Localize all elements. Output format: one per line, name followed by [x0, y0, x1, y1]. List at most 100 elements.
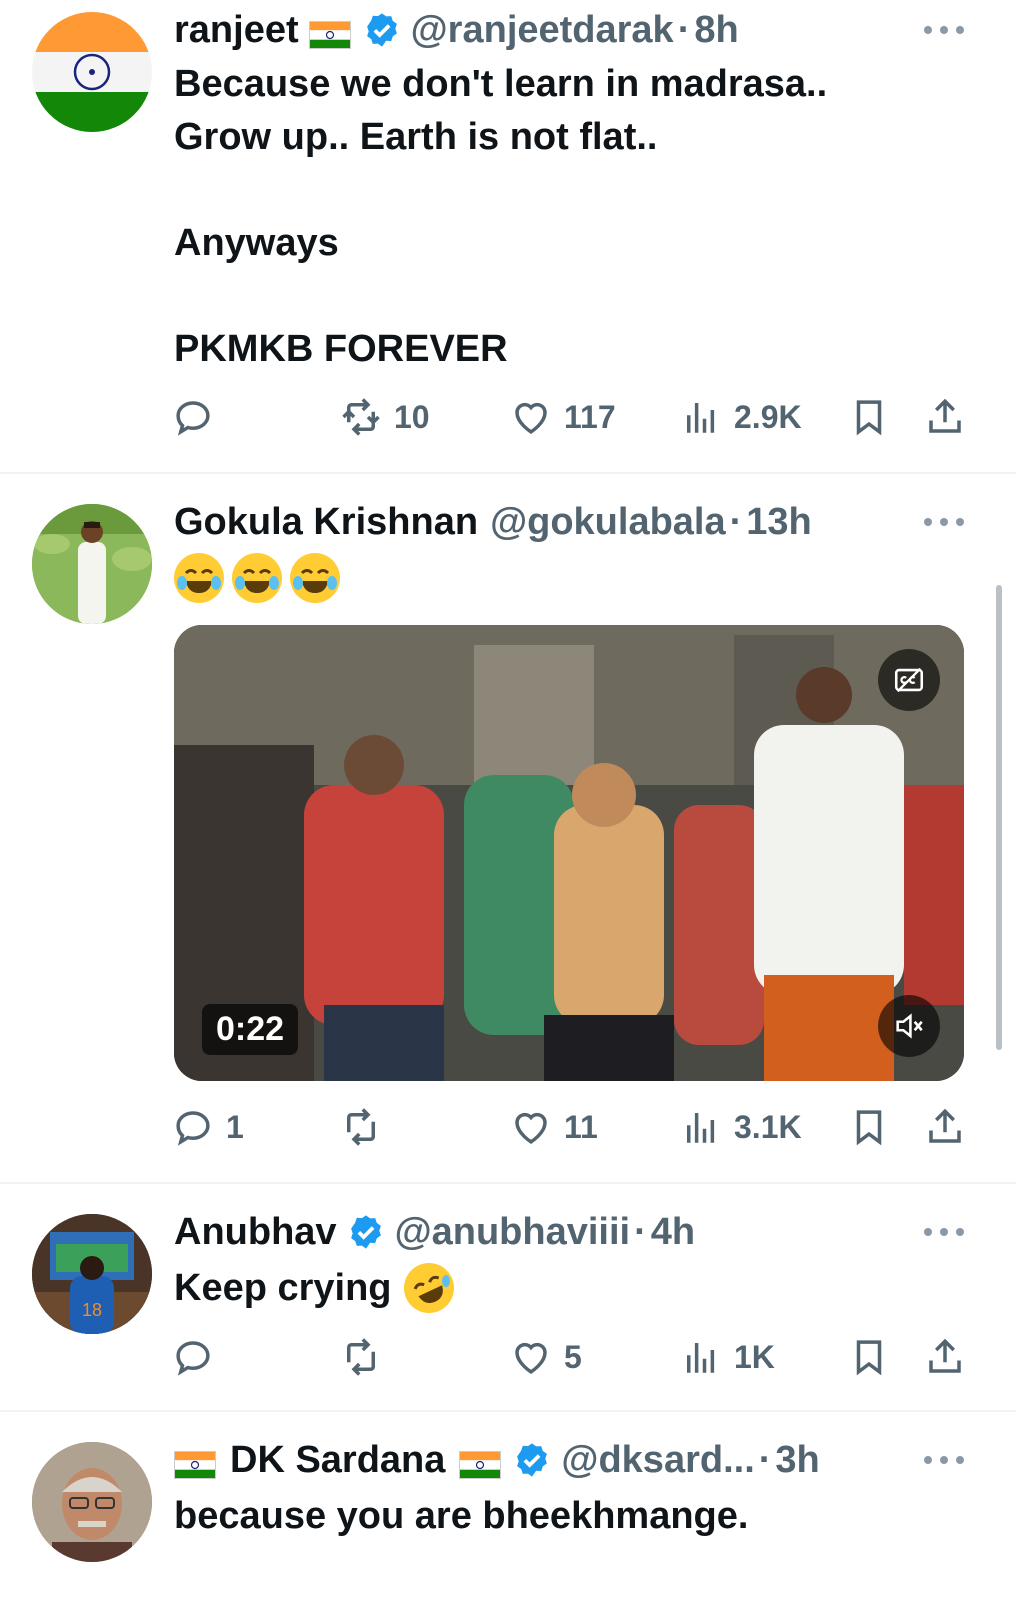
india-flag-icon — [174, 1446, 216, 1479]
retweet-button[interactable] — [340, 1332, 394, 1382]
like-count: 5 — [564, 1338, 582, 1375]
mute-button[interactable] — [878, 995, 940, 1057]
timestamp[interactable]: 13h — [746, 501, 811, 544]
views-icon — [687, 1343, 715, 1373]
retweet-icon — [347, 1108, 375, 1146]
tweet-text: because you are bheekhmange. — [174, 1495, 749, 1537]
tweet-text-row: Keep crying — [174, 1260, 462, 1316]
tweet-actions: 10 117 2.9K — [172, 392, 972, 442]
separator-dot: · — [677, 8, 691, 51]
laughing-emoji-icon — [232, 553, 282, 603]
retweet-count: 10 — [394, 398, 430, 435]
rolling-laughing-emoji-icon — [403, 1263, 454, 1313]
share-button[interactable] — [924, 1332, 966, 1382]
tweet-header: Anubhav @anubhaviiii · 4h — [174, 1208, 695, 1256]
like-button[interactable]: 5 — [510, 1332, 582, 1382]
india-flag-icon — [308, 16, 351, 49]
like-icon — [515, 1342, 547, 1374]
share-icon — [929, 1108, 961, 1143]
captions-button[interactable] — [878, 649, 940, 711]
bookmark-icon — [856, 400, 882, 436]
timestamp[interactable]: 4h — [651, 1211, 695, 1254]
retweet-button[interactable] — [340, 1102, 394, 1152]
author-name[interactable]: ranjeet — [174, 9, 299, 52]
author-name[interactable]: Gokula Krishnan — [174, 501, 478, 544]
tweet-emoji-row — [174, 552, 348, 604]
retweet-icon — [342, 398, 380, 436]
tweet[interactable]: DK Sardana @dksard... · 3h because you a… — [0, 1412, 1016, 1600]
share-button[interactable] — [924, 392, 966, 442]
timestamp[interactable]: 8h — [694, 9, 738, 52]
views-button[interactable]: 1K — [680, 1332, 775, 1382]
like-count: 117 — [564, 398, 616, 435]
more-icon[interactable] — [924, 1452, 964, 1468]
bookmark-button[interactable] — [848, 1102, 890, 1152]
retweet-icon — [347, 1338, 375, 1376]
bookmark-icon — [856, 1340, 882, 1376]
reply-icon — [176, 401, 210, 436]
verified-badge-icon — [347, 1213, 385, 1251]
reply-button[interactable] — [172, 1332, 226, 1382]
tweet-text: Because we don't learn in madrasa.. Grow… — [174, 63, 828, 370]
views-icon — [687, 1113, 715, 1143]
more-icon[interactable] — [924, 514, 964, 530]
share-button[interactable] — [924, 1102, 966, 1152]
author-name[interactable]: Anubhav — [174, 1211, 337, 1254]
author-handle[interactable]: @dksard... — [561, 1439, 754, 1482]
video-duration: 0:22 — [202, 1004, 299, 1055]
tweet-actions: 5 1K — [172, 1332, 972, 1382]
more-icon[interactable] — [924, 1224, 964, 1240]
like-button[interactable]: 11 — [510, 1102, 598, 1152]
scrollbar[interactable] — [996, 585, 1002, 1050]
mute-icon — [896, 1013, 923, 1039]
views-count: 2.9K — [734, 398, 802, 435]
bookmark-button[interactable] — [848, 1332, 890, 1382]
bookmark-icon — [856, 1110, 882, 1146]
like-icon — [515, 1112, 547, 1144]
tweet-header: DK Sardana @dksard... · 3h — [174, 1436, 820, 1484]
india-flag-icon — [459, 1446, 502, 1479]
avatar[interactable]: 18 — [32, 1214, 152, 1334]
views-button[interactable]: 2.9K — [680, 392, 802, 442]
views-count: 1K — [734, 1338, 775, 1375]
like-count: 11 — [564, 1108, 598, 1145]
author-handle[interactable]: @gokulabala — [490, 501, 726, 544]
more-icon[interactable] — [924, 22, 964, 38]
verified-badge-icon — [363, 11, 401, 49]
tweet-header: ranjeet @ranjeetdarak · 8h — [174, 6, 739, 54]
verified-badge-icon — [513, 1441, 551, 1479]
share-icon — [929, 398, 961, 433]
avatar[interactable] — [32, 12, 152, 132]
share-icon — [929, 1338, 961, 1373]
views-icon — [687, 403, 715, 433]
reply-button[interactable]: 1 — [172, 1102, 244, 1152]
reply-icon — [176, 1111, 210, 1146]
video-player[interactable]: 0:22 — [174, 625, 964, 1081]
tweet[interactable]: 18 Anubhav @anubhaviiii · 4h Keep crying… — [0, 1184, 1016, 1410]
tweet-header: Gokula Krishnan @gokulabala · 13h — [174, 498, 812, 546]
avatar[interactable] — [32, 1442, 152, 1562]
like-icon — [515, 402, 547, 434]
bookmark-button[interactable] — [848, 392, 890, 442]
tweet-text: Keep crying — [174, 1266, 392, 1309]
author-name[interactable]: DK Sardana — [230, 1439, 445, 1482]
reply-count: 1 — [226, 1108, 244, 1145]
reply-button[interactable] — [172, 392, 226, 442]
timestamp[interactable]: 3h — [775, 1439, 819, 1482]
captions-icon — [894, 667, 924, 693]
separator-dot: · — [758, 1438, 772, 1481]
author-handle[interactable]: @anubhaviiii — [395, 1211, 631, 1254]
reply-icon — [176, 1341, 210, 1376]
views-count: 3.1K — [734, 1108, 802, 1145]
tweet-actions: 1 11 3.1K — [172, 1102, 972, 1152]
separator-dot: · — [634, 1210, 647, 1253]
avatar[interactable] — [32, 504, 152, 624]
retweet-button[interactable]: 10 — [340, 392, 430, 442]
like-button[interactable]: 117 — [510, 392, 616, 442]
tweet[interactable]: ranjeet @ranjeetdarak · 8h Because we do… — [0, 0, 1016, 472]
laughing-emoji-icon — [174, 553, 224, 603]
svg-text:18: 18 — [82, 1300, 102, 1320]
views-button[interactable]: 3.1K — [680, 1102, 802, 1152]
separator-dot: · — [729, 500, 743, 543]
author-handle[interactable]: @ranjeetdarak — [411, 9, 674, 52]
